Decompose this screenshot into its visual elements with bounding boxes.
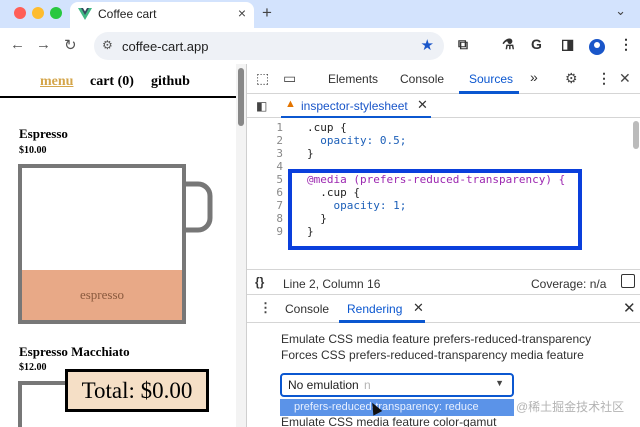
editor-file-tabs: ◧ ▲ inspector-stylesheet ✕ bbox=[247, 94, 640, 118]
cursor-position: Line 2, Column 16 bbox=[283, 277, 381, 291]
extensions-icon[interactable]: ⧉ bbox=[458, 36, 468, 53]
line-number: 6 bbox=[276, 186, 283, 199]
line-number: 1 bbox=[276, 121, 283, 134]
drawer-tab-console[interactable]: Console bbox=[285, 302, 329, 316]
close-file-icon[interactable]: ✕ bbox=[417, 97, 428, 113]
bookmark-star-icon[interactable]: ★ bbox=[421, 36, 434, 54]
warning-icon: ▲ bbox=[285, 98, 296, 110]
drawer-tab-rendering[interactable]: Rendering bbox=[347, 302, 402, 316]
drawer-menu-icon[interactable]: ⋮ bbox=[259, 300, 272, 316]
forward-button[interactable]: → bbox=[36, 36, 51, 53]
cup-label: espresso bbox=[79, 287, 125, 302]
highlight-box bbox=[288, 169, 582, 250]
close-devtools-icon[interactable]: ✕ bbox=[619, 70, 631, 87]
device-toolbar-icon[interactable]: ▭ bbox=[283, 70, 296, 87]
file-tab-label: inspector-stylesheet bbox=[301, 99, 408, 113]
transparency-emulation-select[interactable]: No emulation n ▼ bbox=[280, 373, 514, 397]
line-number: 9 bbox=[276, 225, 283, 238]
profile-avatar[interactable] bbox=[589, 39, 605, 55]
close-drawer-icon[interactable]: ✕ bbox=[623, 299, 636, 317]
product-price: $10.00 bbox=[19, 145, 47, 156]
setting-description: Forces CSS prefers-reduced-transparency … bbox=[281, 348, 584, 362]
screenshot-icon[interactable] bbox=[621, 274, 635, 288]
code-line: } bbox=[307, 147, 314, 160]
setting-title: Emulate CSS media feature prefers-reduce… bbox=[281, 332, 592, 346]
tab-console[interactable]: Console bbox=[400, 72, 444, 86]
site-info-icon[interactable]: ⚙ bbox=[102, 38, 113, 52]
drawer-tabbar: ⋮ Console Rendering ✕ ✕ bbox=[247, 295, 640, 323]
pretty-print-icon[interactable]: {} bbox=[255, 275, 264, 289]
drawer-active-indicator bbox=[339, 320, 425, 323]
new-tab-button[interactable]: + bbox=[262, 3, 272, 23]
browser-toolbar: ← → ↻ ⚙ coffee-cart.app ★ ⧉ ⚗ G ◨ ⋮ bbox=[0, 28, 640, 64]
labs-icon[interactable]: ⚗ bbox=[502, 36, 515, 53]
page-scroll-thumb[interactable] bbox=[238, 68, 244, 126]
toggle-navigator-icon[interactable]: ◧ bbox=[256, 99, 267, 113]
editor-status-bar: {} Line 2, Column 16 Coverage: n/a bbox=[247, 269, 640, 295]
dropdown-option-reduce[interactable]: prefers-reduced-transparency: reduce bbox=[280, 399, 514, 416]
back-button[interactable]: ← bbox=[10, 36, 25, 53]
more-tabs-icon[interactable]: » bbox=[530, 69, 538, 85]
nav-github-link[interactable]: github bbox=[151, 74, 190, 90]
selected-value-ghost: n bbox=[364, 378, 371, 392]
browser-tab[interactable]: Coffee cart × bbox=[70, 2, 254, 28]
url-text[interactable]: coffee-cart.app bbox=[122, 39, 208, 54]
chevron-down-icon: ▼ bbox=[495, 378, 504, 388]
cup-handle bbox=[186, 181, 213, 233]
coffee-cart-page: menu cart (0) github Espresso $10.00 esp… bbox=[0, 64, 236, 427]
editor-scrollbar[interactable] bbox=[633, 121, 639, 149]
inspect-element-icon[interactable]: ⬚ bbox=[256, 70, 269, 87]
line-number: 8 bbox=[276, 212, 283, 225]
close-rendering-tab-icon[interactable]: ✕ bbox=[413, 300, 424, 316]
total-checkout-button[interactable]: Total: $0.00 bbox=[65, 369, 209, 412]
product-name: Espresso Macchiato bbox=[19, 344, 130, 359]
product-name: Espresso bbox=[19, 126, 68, 141]
nav-menu-link[interactable]: menu bbox=[40, 74, 73, 90]
vue-logo-icon bbox=[78, 8, 92, 20]
product-price: $12.00 bbox=[19, 362, 47, 373]
side-panel-icon[interactable]: ◨ bbox=[561, 36, 574, 53]
minimize-window-button[interactable] bbox=[32, 7, 44, 19]
selected-value: No emulation bbox=[288, 378, 359, 392]
maximize-window-button[interactable] bbox=[50, 7, 62, 19]
file-tab-inspector-stylesheet[interactable]: ▲ inspector-stylesheet ✕ bbox=[281, 94, 431, 118]
line-number: 7 bbox=[276, 199, 283, 212]
close-tab-icon[interactable]: × bbox=[238, 5, 246, 21]
close-window-button[interactable] bbox=[14, 7, 26, 19]
next-setting-title: Emulate CSS media feature color-gamut bbox=[281, 415, 497, 427]
tab-sources[interactable]: Sources bbox=[469, 72, 513, 86]
line-number: 3 bbox=[276, 147, 283, 160]
devtools-tabbar: ⬚ ▭ Elements Console Sources » ⚙ ⋮ ✕ bbox=[247, 64, 640, 94]
devtools-menu-icon[interactable]: ⋮ bbox=[597, 70, 611, 87]
line-number: 4 bbox=[276, 160, 283, 173]
coverage-status: Coverage: n/a bbox=[531, 277, 607, 291]
watermark: @稀土掘金技术社区 bbox=[516, 400, 625, 414]
code-line: opacity: 0.5; bbox=[307, 134, 407, 147]
google-icon[interactable]: G bbox=[531, 36, 542, 52]
tab-search-icon[interactable]: ⌄ bbox=[615, 3, 626, 19]
site-nav: menu cart (0) github bbox=[0, 64, 236, 98]
code-line: .cup { bbox=[307, 121, 347, 134]
option-label: prefers-reduced-transparency: reduce bbox=[294, 401, 479, 413]
tab-strip: Coffee cart × + ⌄ bbox=[0, 0, 640, 28]
address-bar[interactable]: ⚙ coffee-cart.app ★ bbox=[94, 32, 444, 60]
line-number: 5 bbox=[276, 173, 283, 186]
browser-menu-icon[interactable]: ⋮ bbox=[619, 36, 633, 53]
settings-gear-icon[interactable]: ⚙ bbox=[565, 70, 578, 87]
devtools-panel: ⬚ ▭ Elements Console Sources » ⚙ ⋮ ✕ ◧ ▲… bbox=[246, 64, 640, 427]
nav-cart-link[interactable]: cart (0) bbox=[90, 74, 134, 90]
line-number: 2 bbox=[276, 134, 283, 147]
reload-button[interactable]: ↻ bbox=[64, 36, 77, 54]
tab-title: Coffee cart bbox=[98, 7, 157, 21]
tab-elements[interactable]: Elements bbox=[328, 72, 378, 86]
